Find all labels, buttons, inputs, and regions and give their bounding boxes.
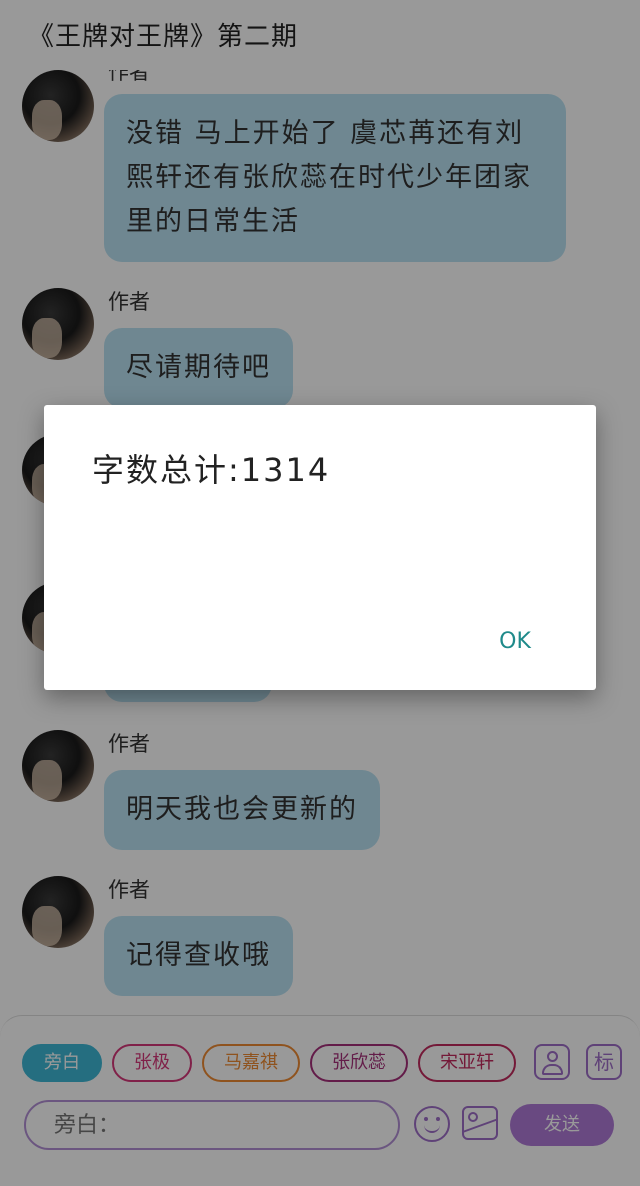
ok-button[interactable]: OK	[490, 621, 540, 661]
word-count-dialog: 字数总计:1314 OK	[44, 405, 596, 690]
dialog-message: 字数总计:1314	[92, 451, 331, 489]
